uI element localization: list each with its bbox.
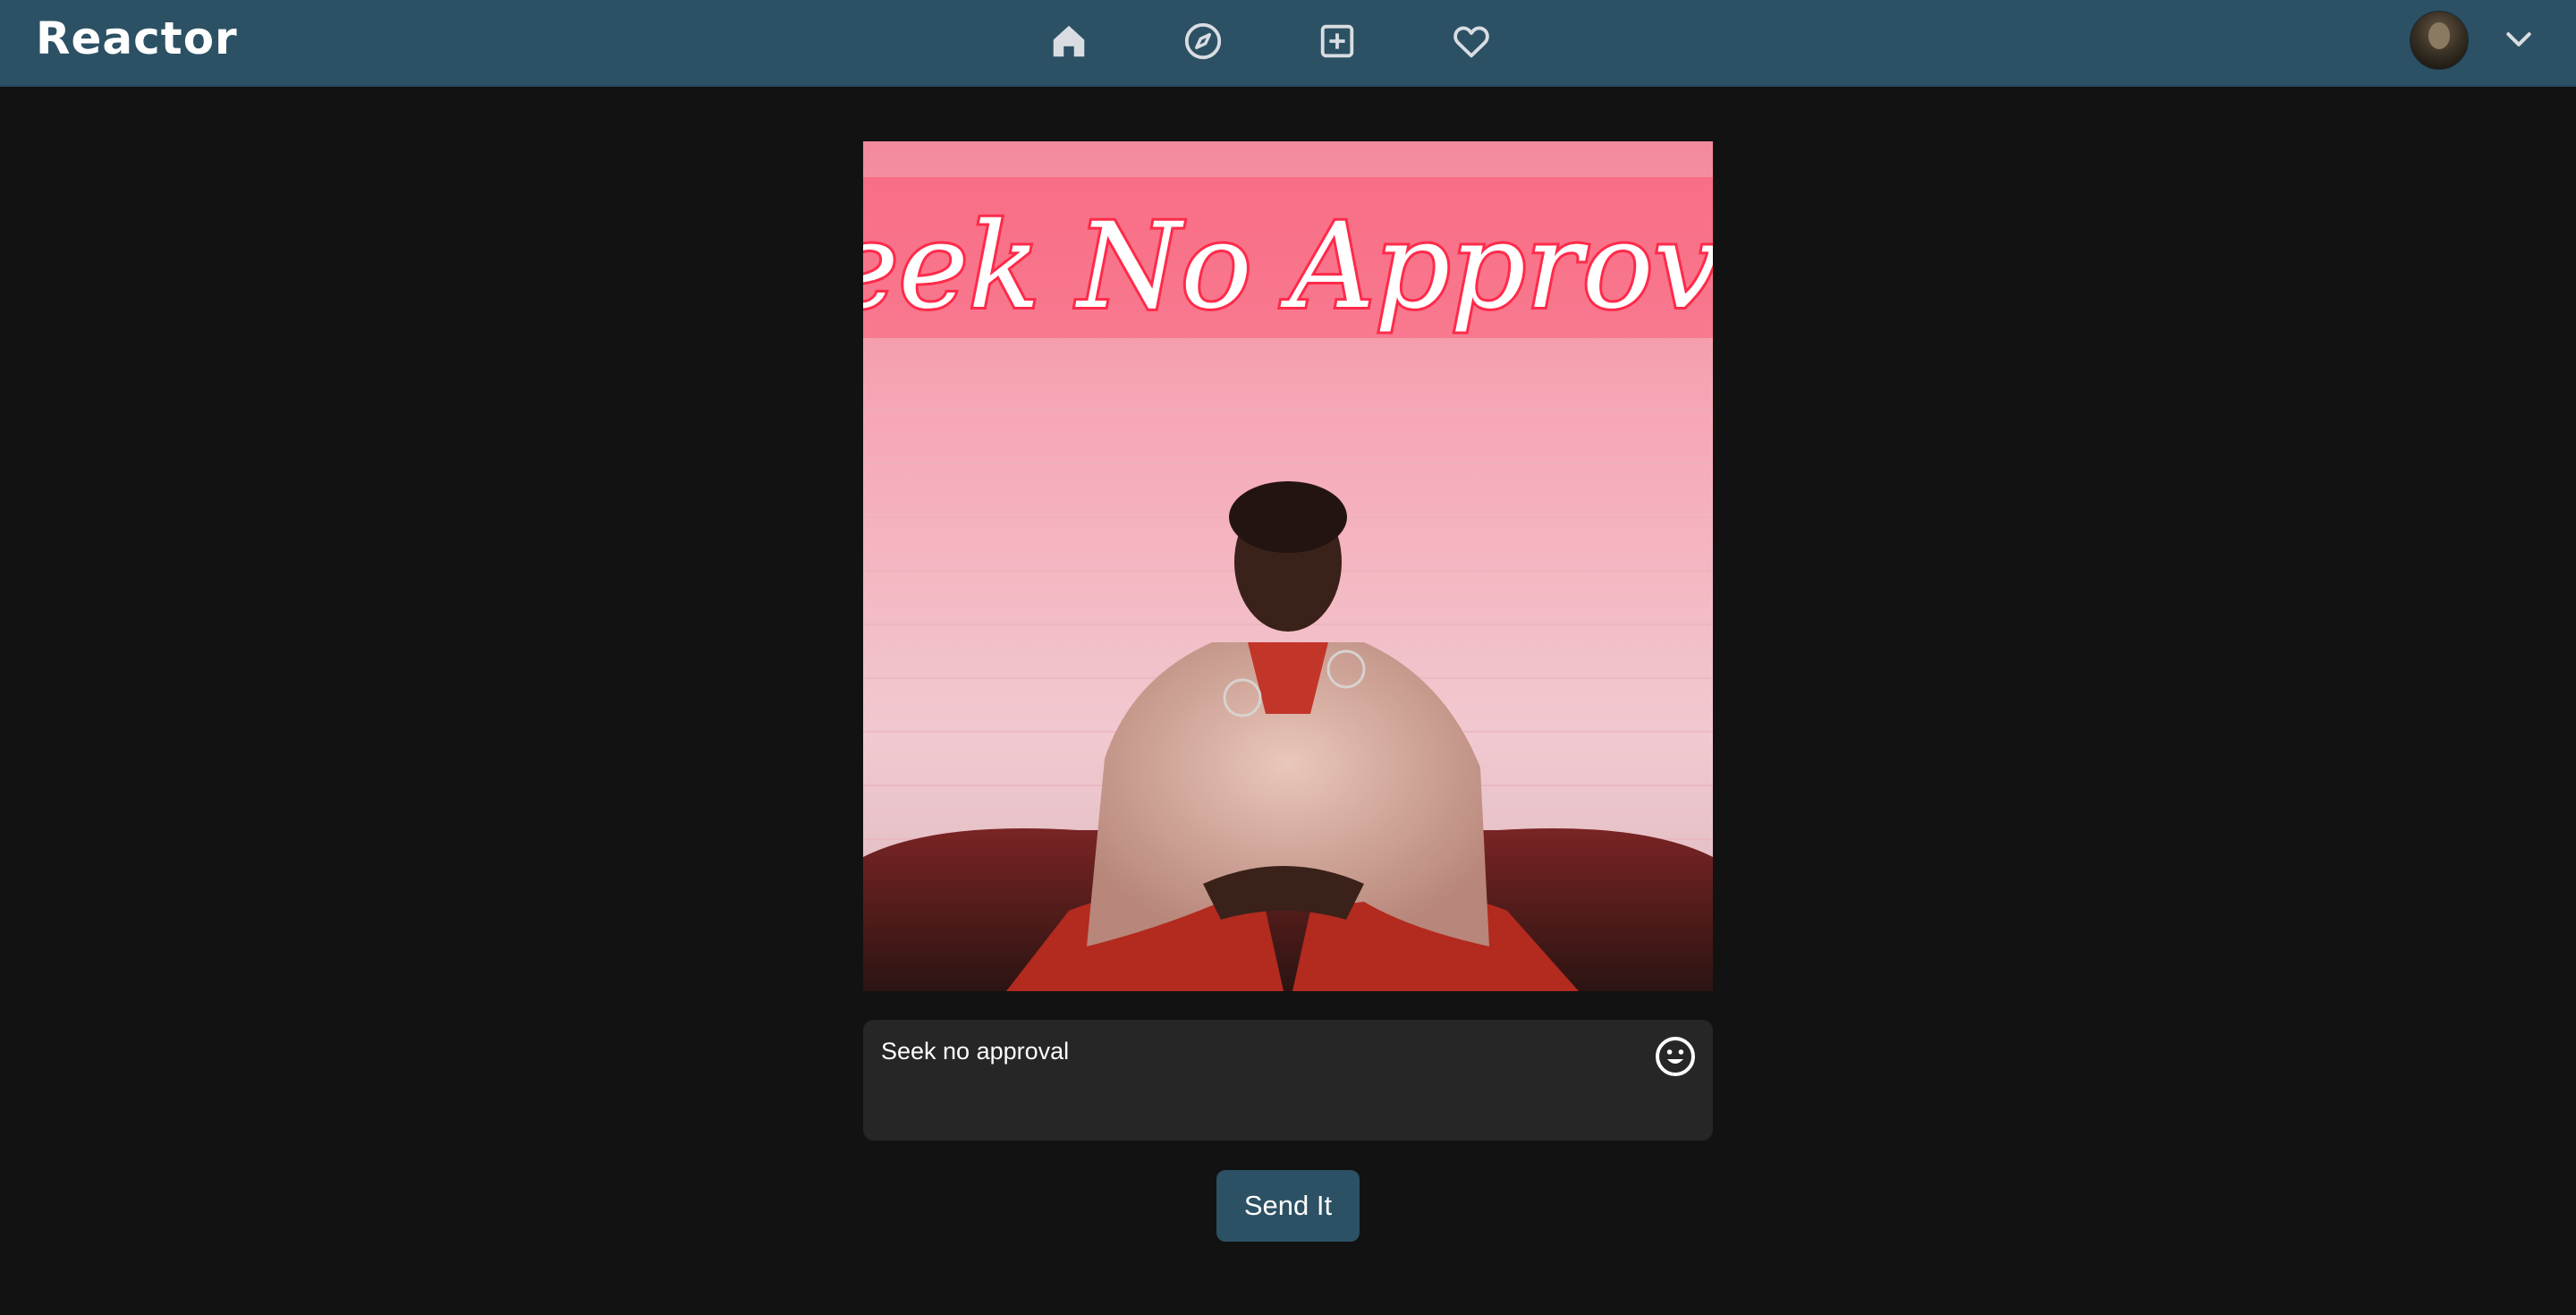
compass-icon[interactable] bbox=[1178, 16, 1228, 66]
top-navbar: Reactor bbox=[0, 0, 2576, 87]
neon-sign-text: Seek No Approval bbox=[863, 198, 1713, 335]
app-logo[interactable]: Reactor bbox=[36, 13, 238, 64]
chevron-down-icon[interactable] bbox=[2501, 21, 2537, 57]
add-post-icon[interactable] bbox=[1312, 16, 1362, 66]
post-image-illustration: Seek No Approval bbox=[863, 141, 1713, 991]
post-image: Seek No Approval bbox=[863, 141, 1713, 991]
home-icon[interactable] bbox=[1044, 16, 1094, 66]
heart-icon[interactable] bbox=[1446, 16, 1496, 66]
user-avatar[interactable] bbox=[2410, 11, 2469, 70]
caption-input-box bbox=[863, 1020, 1713, 1141]
emoji-icon[interactable] bbox=[1654, 1035, 1697, 1078]
send-button[interactable]: Send It bbox=[1216, 1170, 1360, 1242]
caption-input[interactable] bbox=[881, 1036, 1623, 1125]
avatar-face bbox=[2428, 22, 2450, 49]
